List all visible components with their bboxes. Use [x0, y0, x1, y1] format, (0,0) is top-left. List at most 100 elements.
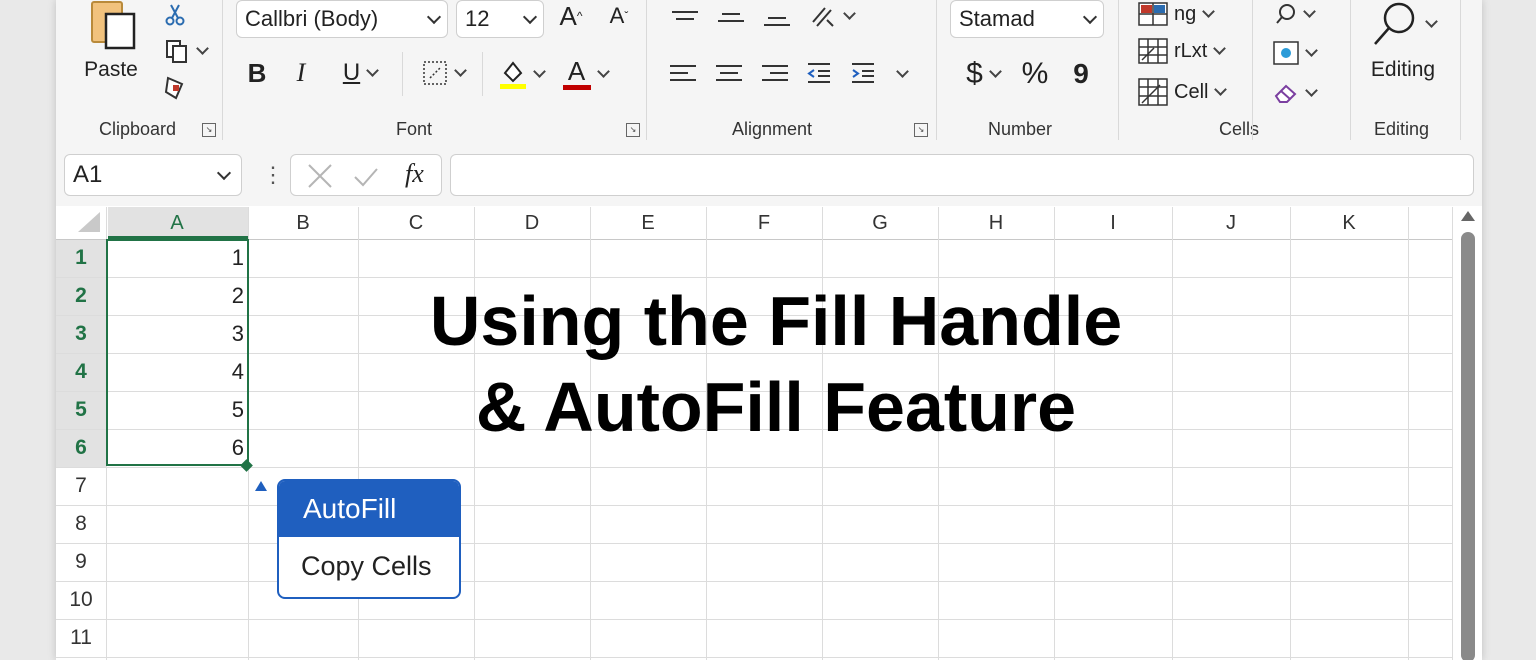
- autofill-options-marker-icon[interactable]: [254, 480, 268, 492]
- paste-button[interactable]: Paste: [80, 0, 142, 88]
- align-bottom-button[interactable]: [760, 6, 794, 36]
- vertical-scrollbar-thumb[interactable]: [1461, 232, 1475, 660]
- cancel-icon[interactable]: [307, 163, 333, 189]
- underline-button[interactable]: U: [332, 56, 388, 90]
- paste-label: Paste: [84, 58, 138, 81]
- formula-input[interactable]: [450, 154, 1474, 196]
- align-left-button[interactable]: [668, 58, 698, 88]
- grow-font-icon: A: [559, 0, 577, 31]
- editing-label: Editing: [1370, 58, 1436, 81]
- cells-item-label: ng: [1174, 2, 1197, 25]
- row-header[interactable]: 4: [56, 353, 106, 391]
- format-painter-button[interactable]: [160, 72, 190, 102]
- format-as-table-button[interactable]: rLxt: [1138, 36, 1246, 66]
- font-name-dropdown[interactable]: Callbri (Body): [236, 0, 448, 38]
- enter-icon[interactable]: [353, 163, 379, 189]
- decrease-indent-button[interactable]: [804, 58, 834, 88]
- conditional-formatting-button[interactable]: ng: [1138, 0, 1234, 28]
- cells-item-label: Cell: [1174, 80, 1209, 103]
- grid-row-line: [56, 619, 1452, 620]
- row-header[interactable]: 8: [56, 505, 106, 543]
- bold-button[interactable]: B: [242, 56, 272, 90]
- clear-button[interactable]: [1266, 78, 1322, 108]
- row-header[interactable]: 9: [56, 543, 106, 581]
- align-right-button[interactable]: [760, 58, 790, 88]
- clipboard-launcher-icon[interactable]: ↘: [202, 123, 216, 137]
- copy-button[interactable]: [160, 36, 210, 66]
- table-icon: [1138, 38, 1168, 64]
- divider: [1460, 0, 1461, 140]
- column-header[interactable]: K: [1290, 207, 1408, 239]
- shrink-font-button[interactable]: Aˇ: [604, 0, 634, 32]
- align-center-button[interactable]: [714, 58, 744, 88]
- chevron-down-icon: [1304, 43, 1318, 57]
- font-size-dropdown[interactable]: 12: [456, 0, 544, 38]
- insert-function-icon[interactable]: fx: [405, 159, 424, 189]
- cell-styles-button[interactable]: Cell: [1138, 76, 1246, 108]
- percent-button[interactable]: %: [1018, 56, 1052, 92]
- font-launcher-icon[interactable]: ↘: [626, 123, 640, 137]
- column-header[interactable]: C: [358, 207, 474, 239]
- row-header[interactable]: 2: [56, 277, 106, 315]
- selection-range[interactable]: [106, 239, 249, 466]
- comma-style-icon: 9: [1073, 58, 1089, 89]
- row-header[interactable]: 11: [56, 619, 106, 657]
- divider: [936, 0, 937, 140]
- row-header[interactable]: 10: [56, 581, 106, 619]
- select-all-corner-icon[interactable]: [74, 210, 102, 234]
- increase-indent-button[interactable]: [848, 58, 878, 88]
- excel-window: Paste Clipboard ↘ Callbri (Body) 12 A ^ A…: [56, 0, 1482, 660]
- column-header[interactable]: J: [1172, 207, 1290, 239]
- column-header[interactable]: E: [590, 207, 706, 239]
- chevron-down-icon: [1082, 9, 1098, 25]
- align-top-button[interactable]: [668, 2, 702, 28]
- cut-button[interactable]: [160, 2, 190, 28]
- chevron-down-icon: [1424, 14, 1438, 28]
- scroll-up-icon[interactable]: [1459, 209, 1477, 223]
- align-center-icon: [716, 65, 742, 81]
- name-box-value: A1: [73, 161, 103, 188]
- name-box[interactable]: A1: [64, 154, 242, 196]
- column-header[interactable]: D: [474, 207, 590, 239]
- fill-button[interactable]: [1266, 38, 1322, 68]
- column-header[interactable]: F: [706, 207, 822, 239]
- alignment-more-button[interactable]: [890, 60, 914, 88]
- fill-color-button[interactable]: [494, 56, 548, 92]
- autofill-option[interactable]: AutoFill: [279, 481, 459, 537]
- borders-button[interactable]: [414, 56, 472, 90]
- column-header[interactable]: A: [106, 207, 248, 239]
- chevron-down-icon: [842, 6, 856, 20]
- find-button[interactable]: [1266, 0, 1322, 28]
- orientation-button[interactable]: [804, 0, 858, 32]
- font-color-button[interactable]: A: [558, 56, 612, 92]
- number-format-dropdown[interactable]: Stamad: [950, 0, 1104, 38]
- grow-font-button[interactable]: A ^: [556, 0, 586, 32]
- column-header[interactable]: I: [1054, 207, 1172, 239]
- alignment-launcher-icon[interactable]: ↘: [914, 123, 928, 137]
- italic-button[interactable]: I: [286, 56, 316, 90]
- row-header[interactable]: 5: [56, 391, 106, 429]
- row-header[interactable]: 6: [56, 429, 106, 467]
- font-size-value: 12: [465, 6, 490, 31]
- column-header[interactable]: B: [248, 207, 358, 239]
- more-options-icon[interactable]: ⋮: [262, 162, 284, 188]
- percent-icon: %: [1021, 57, 1049, 90]
- copy-icon: [165, 40, 187, 63]
- editing-button[interactable]: Editing: [1362, 0, 1444, 90]
- align-right-icon: [762, 65, 788, 81]
- row-header[interactable]: 3: [56, 315, 106, 353]
- copy-cells-option[interactable]: Copy Cells: [279, 537, 459, 595]
- row-header[interactable]: 1: [56, 239, 106, 277]
- column-header[interactable]: H: [938, 207, 1054, 239]
- currency-button[interactable]: $: [958, 56, 1008, 92]
- align-middle-button[interactable]: [714, 4, 748, 30]
- clipboard-group-label: Clipboard: [99, 119, 177, 139]
- divider: [646, 0, 647, 140]
- column-header[interactable]: G: [822, 207, 938, 239]
- header-bottom-line: [56, 239, 1452, 240]
- comma-style-button[interactable]: 9: [1068, 56, 1094, 92]
- overlay-title-line-2: & AutoFill Feature: [475, 368, 1077, 446]
- divider: [1118, 0, 1119, 140]
- row-header[interactable]: 7: [56, 467, 106, 505]
- search-icon: [1275, 4, 1295, 24]
